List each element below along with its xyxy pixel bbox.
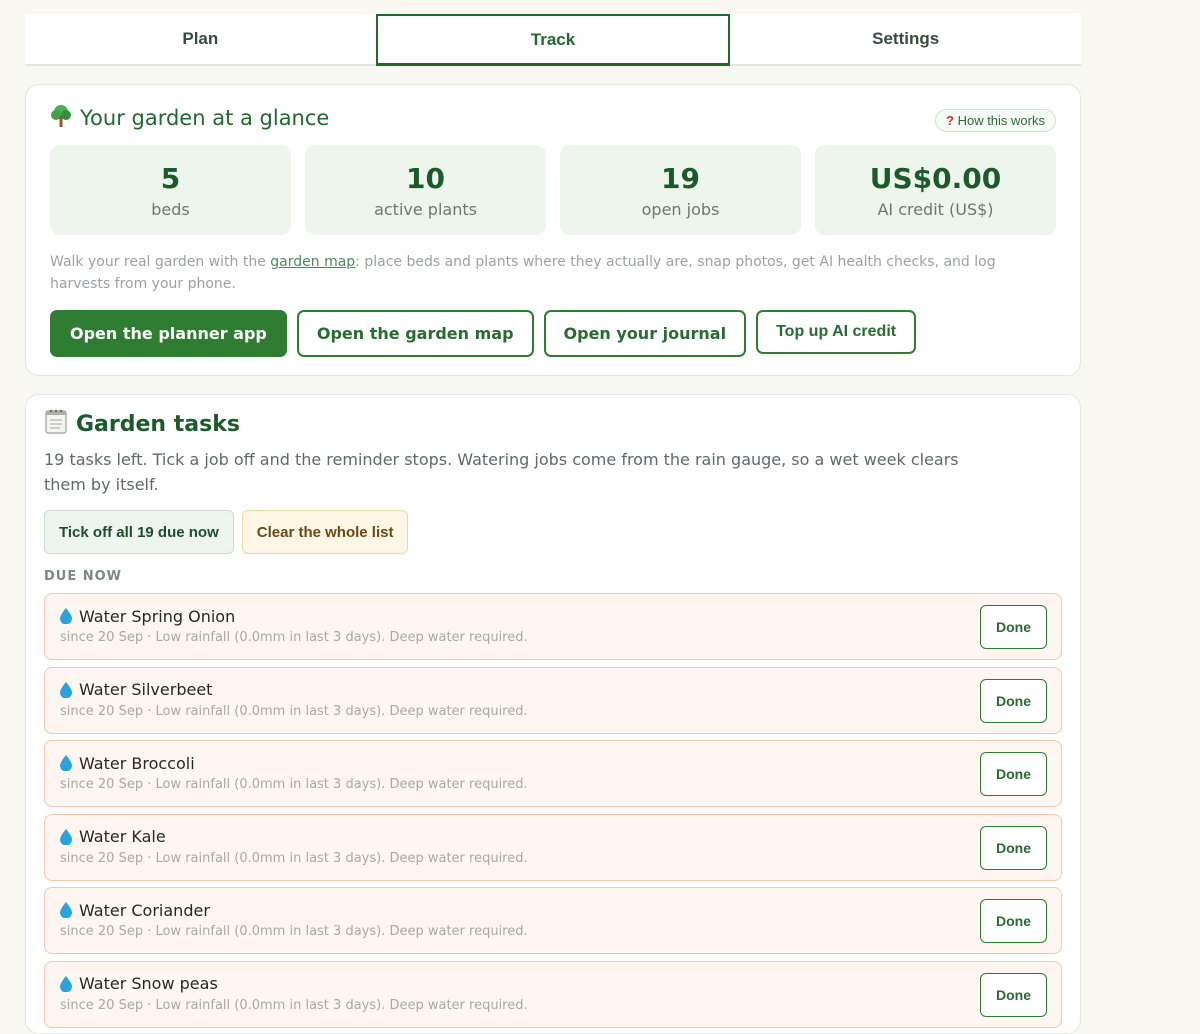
open-garden-map-button[interactable]: Open the garden map	[296, 310, 534, 357]
stat-label: open jobs	[641, 199, 720, 219]
stat-label: AI credit (US$)	[877, 199, 994, 219]
water-drop-icon	[60, 755, 72, 771]
task-item: Water Silverbeet since 20 Sep · Low rain…	[44, 666, 1062, 734]
tick-off-all-button[interactable]: Tick off all 19 due now	[44, 510, 234, 554]
task-item: Water Broccoli since 20 Sep · Low rainfa…	[44, 740, 1062, 807]
task-meta: since 20 Sep · Low rainfall (0.0mm in la…	[60, 850, 528, 866]
stats-row: 5 beds 10 active plants 19 open jobs US$…	[50, 145, 1056, 235]
water-drop-icon	[60, 681, 72, 698]
open-planner-button[interactable]: Open the planner app	[50, 310, 287, 357]
done-button[interactable]: Done	[980, 825, 1047, 870]
tab-plan[interactable]: Plan	[25, 14, 376, 64]
done-button[interactable]: Done	[980, 972, 1047, 1017]
task-name: Water Spring Onion	[79, 606, 236, 626]
stat-label: beds	[151, 199, 190, 219]
page: Plan Track Settings Your garden at a gla…	[25, 14, 1081, 1034]
garden-tasks-card: Garden tasks 19 tasks left. Tick a job o…	[25, 394, 1081, 1034]
task-item: Water Snow peas since 20 Sep · Low rainf…	[44, 960, 1062, 1028]
tab-track[interactable]: Track	[375, 14, 731, 66]
task-item: Water Coriander since 20 Sep · Low rainf…	[44, 887, 1062, 954]
desc-text-before: Walk your real garden with the	[50, 254, 271, 270]
task-name: Water Coriander	[79, 900, 210, 920]
task-title-row: Water Snow peas	[60, 974, 1061, 994]
glance-actions: Open the planner app Open the garden map…	[50, 310, 1056, 357]
task-list: Water Spring Onion since 20 Sep · Low ra…	[44, 593, 1062, 1028]
done-button[interactable]: Done	[980, 752, 1047, 796]
task-title-row: Water Spring Onion	[60, 606, 1061, 626]
glance-description: Walk your real garden with the garden ma…	[50, 251, 1030, 295]
question-icon: ?	[946, 113, 954, 128]
water-drop-icon	[60, 608, 72, 624]
task-name: Water Silverbeet	[79, 680, 213, 699]
due-now-heading: DUE NOW	[44, 569, 123, 584]
water-drop-icon	[60, 828, 72, 845]
tasks-heading: Garden tasks	[44, 409, 1062, 439]
task-bulk-actions: Tick off all 19 due now Clear the whole …	[44, 510, 1062, 554]
stat-value: 19	[661, 161, 700, 195]
stat-open-jobs: 19 open jobs	[560, 145, 801, 235]
stat-value: US$0.00	[869, 161, 1002, 195]
tab-bar: Plan Track Settings	[25, 14, 1081, 66]
tree-icon	[50, 104, 72, 133]
stat-ai-credit: US$0.00 AI credit (US$)	[815, 145, 1056, 235]
task-name: Water Snow peas	[79, 974, 218, 993]
task-meta: since 20 Sep · Low rainfall (0.0mm in la…	[60, 630, 528, 645]
task-meta: since 20 Sep · Low rainfall (0.0mm in la…	[60, 703, 528, 719]
task-name: Water Kale	[79, 827, 166, 846]
how-this-works-button[interactable]: ? How this works	[935, 109, 1056, 132]
notepad-icon	[44, 408, 68, 440]
how-this-works-label: How this works	[957, 113, 1045, 128]
task-meta: since 20 Sep · Low rainfall (0.0mm in la…	[60, 924, 528, 939]
task-title-row: Water Broccoli	[60, 753, 1061, 773]
stat-active-plants: 10 active plants	[305, 145, 546, 235]
done-button[interactable]: Done	[980, 678, 1047, 723]
tasks-description: 19 tasks left. Tick a job off and the re…	[44, 450, 959, 494]
open-journal-button[interactable]: Open your journal	[543, 310, 747, 357]
task-title-row: Water Kale	[60, 827, 1061, 847]
water-drop-icon	[60, 902, 72, 918]
task-item: Water Spring Onion since 20 Sep · Low ra…	[44, 593, 1062, 660]
stat-value: 10	[406, 161, 445, 195]
task-item: Water Kale since 20 Sep · Low rainfall (…	[44, 813, 1062, 881]
task-meta: since 20 Sep · Low rainfall (0.0mm in la…	[60, 777, 528, 792]
top-up-ai-credit-button[interactable]: Top up AI credit	[756, 310, 917, 354]
stat-value: 5	[160, 161, 181, 195]
clear-list-button[interactable]: Clear the whole list	[241, 510, 409, 554]
task-name: Water Broccoli	[79, 753, 195, 773]
done-button[interactable]: Done	[980, 605, 1047, 649]
task-title-row: Water Coriander	[60, 900, 1061, 920]
done-button[interactable]: Done	[980, 899, 1047, 943]
water-drop-icon	[60, 975, 72, 992]
stat-label: active plants	[374, 199, 477, 219]
garden-glance-card: Your garden at a glance ? How this works…	[25, 84, 1081, 376]
stat-beds: 5 beds	[50, 145, 291, 235]
tasks-title: Garden tasks	[76, 411, 240, 437]
glance-title: Your garden at a glance	[80, 106, 330, 130]
garden-map-link[interactable]: garden map	[270, 254, 355, 270]
tab-settings[interactable]: Settings	[730, 14, 1081, 64]
task-title-row: Water Silverbeet	[60, 680, 1061, 700]
glance-heading: Your garden at a glance	[50, 104, 1056, 133]
